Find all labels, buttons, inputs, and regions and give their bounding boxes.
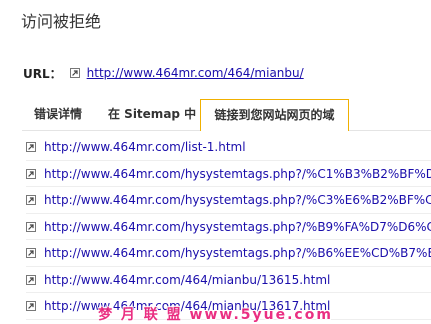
list-item-link[interactable]: http://www.464mr.com/hysystemtags.php?/%… bbox=[44, 246, 431, 260]
tab-in-sitemap[interactable]: 在 Sitemap 中 bbox=[108, 99, 196, 130]
external-link-icon[interactable] bbox=[69, 68, 80, 78]
list-item-link[interactable]: http://www.464mr.com/464/mianbu/13615.ht… bbox=[44, 273, 330, 287]
external-link-icon[interactable] bbox=[26, 195, 36, 206]
tab-bar: 错误详情 在 Sitemap 中 链接到您网站网页的域 bbox=[22, 99, 431, 131]
external-link-icon[interactable] bbox=[26, 274, 36, 285]
list-item-link[interactable]: http://www.464mr.com/hysystemtags.php?/%… bbox=[44, 167, 431, 181]
url-label: URL： bbox=[23, 66, 62, 81]
page-title: 访问被拒绝 bbox=[21, 12, 102, 31]
list-item-link[interactable]: http://www.464mr.com/hysystemtags.php?/%… bbox=[44, 193, 431, 207]
tab-linking-domains[interactable]: 链接到您网站网页的域 bbox=[200, 99, 349, 131]
watermark: 梦 月 联 盟 www.5yue.com bbox=[98, 307, 333, 323]
list-item: http://www.464mr.com/hysystemtags.php?/%… bbox=[26, 187, 431, 214]
url-link[interactable]: http://www.464mr.com/464/mianbu/ bbox=[87, 66, 304, 80]
list-item: http://www.464mr.com/hysystemtags.php?/%… bbox=[26, 214, 431, 240]
external-link-icon[interactable] bbox=[26, 221, 36, 232]
list-item: http://www.464mr.com/hysystemtags.php?/%… bbox=[26, 161, 431, 187]
list-item-link[interactable]: http://www.464mr.com/hysystemtags.php?/%… bbox=[44, 220, 431, 234]
tab-error-details[interactable]: 错误详情 bbox=[34, 99, 82, 130]
list-item: http://www.464mr.com/464/mianbu/13615.ht… bbox=[26, 267, 431, 293]
list-item: http://www.464mr.com/list-1.html bbox=[26, 134, 431, 161]
list-item: http://www.464mr.com/hysystemtags.php?/%… bbox=[26, 240, 431, 267]
external-link-icon[interactable] bbox=[26, 168, 36, 179]
external-link-icon[interactable] bbox=[26, 248, 36, 259]
list-item-link[interactable]: http://www.464mr.com/list-1.html bbox=[44, 140, 246, 154]
url-row: URL： http://www.464mr.com/464/mianbu/ bbox=[23, 64, 304, 82]
link-list: http://www.464mr.com/list-1.html http://… bbox=[26, 134, 431, 320]
external-link-icon[interactable] bbox=[26, 142, 36, 153]
